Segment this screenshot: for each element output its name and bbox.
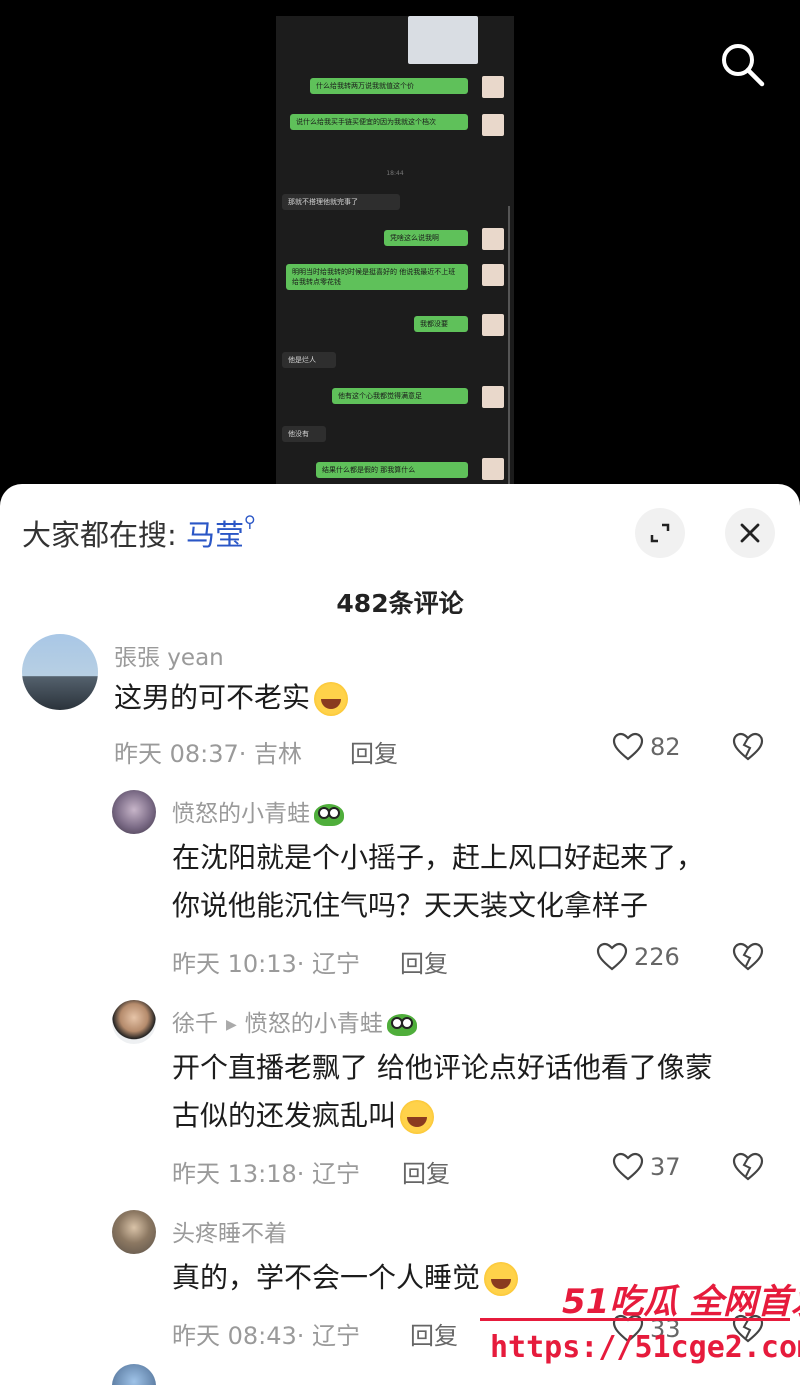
comment-item: 徐千 ▶ 愤怒的小青蛙 开个直播老飘了 给他评论点好话他看了像蒙 古似的还发疯乱叫 …: [0, 996, 800, 1196]
chat-avatar: [482, 228, 504, 250]
comment-time-location: 昨天 08:43· 辽宁: [172, 1322, 361, 1350]
comment-text-line-2: 古似的还发疯乱叫: [172, 1092, 713, 1140]
dislike-button[interactable]: [732, 732, 764, 766]
reply-button[interactable]: 回复: [350, 734, 398, 769]
avatar[interactable]: [112, 1364, 156, 1385]
frog-emoji: [386, 1013, 417, 1036]
comment-time-location: 昨天 13:18· 辽宁: [172, 1160, 361, 1188]
watermark-divider: [480, 1318, 790, 1321]
chat-message: 那就不搭理他就完事了: [282, 194, 400, 210]
chat-message: 说什么给我买手链买便宜的因为我就这个档次: [290, 114, 468, 130]
comment-time-location: 昨天 08:37· 吉林: [114, 740, 303, 768]
heart-icon: [612, 732, 644, 761]
avatar[interactable]: [112, 1000, 156, 1044]
dislike-button[interactable]: [732, 942, 764, 976]
avatar[interactable]: [112, 1210, 156, 1254]
chat-scrollbar: [508, 206, 510, 486]
chat-message: 明明当时给我转的时候是挺喜好的 他说我最近不上班给我转点零花钱: [286, 264, 468, 290]
reply-arrow-icon: ▶: [226, 1016, 237, 1033]
like-button[interactable]: 37: [612, 1152, 681, 1182]
like-count: 82: [650, 733, 681, 761]
everyone-search-label: 大家都在搜:: [22, 518, 177, 552]
broken-heart-icon: [732, 942, 764, 971]
chat-message: 什么给我转两万说我就值这个价: [310, 78, 468, 94]
avatar[interactable]: [22, 634, 98, 710]
comment-author-name: 徐千: [172, 1011, 218, 1037]
video-area[interactable]: 什么给我转两万说我就值这个价 说什么给我买手链买便宜的因为我就这个档次 18:4…: [0, 0, 800, 500]
broken-heart-icon: [732, 732, 764, 761]
sheet-header: 大家都在搜: 马莹⚲: [0, 484, 800, 579]
chat-avatar: [482, 114, 504, 136]
reply-button[interactable]: 回复: [410, 1316, 458, 1351]
comment-text-line: 你说他能沉住气吗？天天装文化拿样子: [172, 889, 649, 922]
comment-text-content: 真的，学不会一个人睡觉: [172, 1261, 481, 1294]
frog-emoji: [314, 803, 344, 826]
close-button[interactable]: [725, 508, 775, 558]
search-icon: [722, 44, 765, 87]
watermark-brand: 51吃瓜 全网首发: [562, 1282, 800, 1322]
broken-heart-icon: [732, 1152, 764, 1181]
like-count: 226: [634, 943, 680, 971]
comment-author-name: 愤怒的小青蛙: [172, 801, 310, 827]
reply-button[interactable]: 回复: [400, 944, 448, 979]
comment-text: 这男的可不老实: [114, 674, 349, 722]
laughing-crying-emoji: [314, 682, 349, 716]
like-count: 37: [650, 1153, 681, 1181]
chat-screenshot: 什么给我转两万说我就值这个价 说什么给我买手链买便宜的因为我就这个档次 18:4…: [276, 16, 514, 486]
comment-item: 張張 yean 这男的可不老实 昨天 08:37· 吉林 回复 82: [0, 634, 800, 784]
comment-text-line: 开个直播老飘了 给他评论点好话他看了像蒙: [172, 1051, 713, 1084]
comment-time-location: 昨天 10:13· 辽宁: [172, 950, 361, 978]
comment-text-content: 这男的可不老实: [114, 681, 311, 714]
close-icon: [740, 523, 760, 543]
chat-avatar: [482, 264, 504, 286]
watermark: 51吃瓜 全网首发 https://51cge2.com: [470, 1268, 800, 1378]
chat-message: 结果什么都是假的 那我算什么: [316, 462, 468, 478]
chat-avatar: [482, 386, 504, 408]
comment-text-content: 古似的还发疯乱叫: [172, 1099, 397, 1132]
expand-button[interactable]: [635, 508, 685, 558]
heart-icon: [612, 1152, 644, 1181]
comment-author[interactable]: 愤怒的小青蛙: [172, 794, 344, 828]
like-button[interactable]: 82: [612, 732, 681, 762]
comment-text: 开个直播老飘了 给他评论点好话他看了像蒙 古似的还发疯乱叫: [172, 1044, 713, 1140]
comment-item: 愤怒的小青蛙 在沈阳就是个小摇子，赶上风口好起来了， 你说他能沉住气吗？天天装文…: [0, 784, 800, 984]
chat-avatar: [482, 76, 504, 98]
chat-message: 我都没要: [414, 316, 468, 332]
everyone-search-term[interactable]: 马莹: [186, 518, 244, 552]
search-button[interactable]: [712, 34, 772, 94]
comment-author[interactable]: 徐千 ▶ 愤怒的小青蛙: [172, 1004, 417, 1038]
comment-text-line: 在沈阳就是个小摇子，赶上风口好起来了，: [172, 841, 705, 874]
everyone-search[interactable]: 大家都在搜: 马莹⚲: [22, 512, 256, 554]
expand-icon: [650, 523, 670, 543]
comment-author[interactable]: 头疼睡不着: [172, 1214, 287, 1248]
comment-count: 482条评论: [336, 589, 464, 618]
chat-message: 他没有: [282, 426, 326, 442]
comment-text: 在沈阳就是个小摇子，赶上风口好起来了， 你说他能沉住气吗？天天装文化拿样子: [172, 834, 704, 930]
reply-to-name: 愤怒的小青蛙: [244, 1011, 383, 1037]
image-thumbnail: [408, 16, 478, 64]
comment-author[interactable]: 張張 yean: [114, 638, 224, 672]
comment-text: 真的，学不会一个人睡觉: [172, 1254, 519, 1302]
dislike-button[interactable]: [732, 1152, 764, 1186]
heart-icon: [596, 942, 628, 971]
grinning-sweat-emoji: [400, 1100, 435, 1134]
like-button[interactable]: 226: [596, 942, 680, 972]
chat-avatar: [482, 458, 504, 480]
chat-timestamp: 18:44: [386, 170, 404, 177]
chat-message: 他有这个心我都觉得满意足: [332, 388, 468, 404]
watermark-url: https://51cge2.com: [490, 1330, 800, 1365]
comments-sheet: 大家都在搜: 马莹⚲ 482条评论 張張 yean 这男的可不老实 昨天 08:…: [0, 484, 800, 1385]
reply-button[interactable]: 回复: [402, 1154, 450, 1189]
chat-message: 凭啥这么说我啊: [384, 230, 468, 246]
chat-message: 他是烂人: [282, 352, 336, 368]
avatar[interactable]: [112, 790, 156, 834]
small-search-icon: ⚲: [244, 512, 256, 531]
chat-avatar: [482, 314, 504, 336]
